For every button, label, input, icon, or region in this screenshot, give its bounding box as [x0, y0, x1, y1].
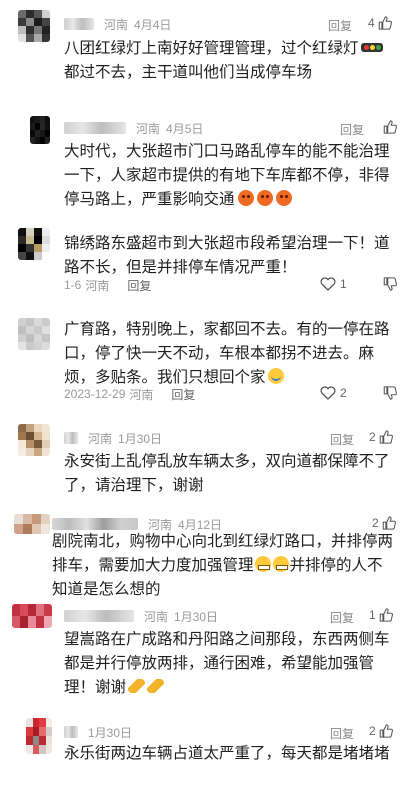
reply-button[interactable]: 回复	[171, 386, 195, 403]
thumbs-up-icon	[379, 724, 393, 738]
like-count: 2	[369, 724, 376, 738]
username[interactable]	[52, 518, 138, 530]
comment-text: 剧院南北，购物中心向北到红绿灯路口，并排停两排车，需要加大力度加强管理 并排停的人…	[52, 533, 394, 598]
traffic-light-icon	[360, 43, 383, 52]
angry-face-icon	[237, 190, 254, 206]
comment-text: 八团红绿灯上南好好管理管理，过个红绿灯 都过不去，主干道叫他们当成停车场	[64, 37, 394, 85]
comment-date: 4月4日	[134, 17, 172, 32]
like-button[interactable]: 2	[372, 516, 396, 530]
like-button[interactable]	[380, 120, 397, 134]
comment-date: 4月5日	[166, 121, 204, 136]
username[interactable]	[64, 432, 78, 444]
like-button[interactable]: 1	[318, 277, 347, 291]
username[interactable]	[64, 726, 78, 738]
comment-date: 1月30日	[88, 725, 133, 740]
like-button[interactable]: 4	[368, 16, 392, 30]
like-button[interactable]: 1	[369, 608, 393, 622]
like-count: 1	[369, 608, 376, 622]
like-button[interactable]: 2	[369, 430, 393, 444]
avatar[interactable]	[12, 604, 52, 628]
thumbs-down-icon[interactable]	[382, 386, 397, 400]
thumbs-up-icon	[379, 430, 393, 444]
crying-face-icon	[267, 368, 284, 384]
reply-button[interactable]: 回复	[330, 609, 354, 626]
comment-date: 1-6	[64, 278, 82, 292]
reply-button[interactable]: 回复	[330, 431, 354, 448]
grimacing-face-icon	[272, 556, 289, 572]
comment-location: 河南	[88, 431, 113, 446]
reply-button[interactable]: 回复	[127, 277, 151, 294]
thumbs-down-icon[interactable]	[382, 277, 397, 291]
comment-location: 河南	[144, 609, 169, 624]
comment-date: 2023-12-29	[64, 387, 126, 401]
like-button[interactable]: 2	[318, 386, 347, 400]
thumbs-up-icon	[382, 516, 396, 530]
avatar[interactable]	[26, 718, 52, 754]
avatar[interactable]	[18, 10, 50, 42]
heart-icon	[320, 386, 336, 400]
comment-location: 河南	[136, 121, 161, 136]
like-count: 2	[340, 386, 347, 400]
like-count: 2	[369, 430, 376, 444]
heart-icon	[320, 277, 336, 291]
folded-hands-icon	[128, 679, 146, 693]
thumbs-up-icon	[378, 16, 392, 30]
comment-text: 锦绣路东盛超市到大张超市段希望治理一下！道路不长，但是并排停车情况严重！	[64, 235, 390, 276]
comment-date: 1月30日	[118, 431, 163, 446]
comment-location: 河南	[104, 17, 129, 32]
reply-button[interactable]: 回复	[340, 121, 364, 138]
comment-text: 望嵩路在广成路和丹阳路之间那段，东西两侧车都是并行停放两排，通行困难，希望能加强…	[64, 631, 390, 696]
comment-text: 广育路，特别晚上，家都回不去。有的一停在路口，停了快一天不动，车根本都拐不进去。…	[64, 321, 390, 386]
comment-date: 1月30日	[174, 609, 219, 624]
reply-button[interactable]: 回复	[328, 17, 352, 34]
comment-text: 大时代，大张超市门口马路乱停车的能不能治理一下，人家超市提供的有地下车库都不停，…	[64, 143, 390, 208]
like-button[interactable]: 2	[369, 724, 393, 738]
like-count: 2	[372, 516, 379, 530]
angry-face-icon	[275, 190, 292, 206]
username[interactable]	[64, 122, 126, 134]
thumbs-up-icon	[379, 608, 393, 622]
avatar[interactable]	[18, 318, 50, 350]
thumbs-up-icon	[383, 120, 397, 134]
comment-location: 河南	[129, 387, 154, 402]
comment-location: 河南	[85, 278, 110, 293]
like-count: 1	[340, 277, 347, 291]
grimacing-face-icon	[254, 556, 271, 572]
folded-hands-icon	[147, 679, 165, 693]
comment-text: 永乐街两边车辆占道太严重了，每天都是堵堵堵	[64, 745, 390, 762]
avatar[interactable]	[14, 514, 50, 534]
comment-text: 永安街上乱停乱放车辆太多，双向道都保障不了了，请治理下，谢谢	[64, 453, 390, 494]
avatar[interactable]	[18, 228, 50, 260]
angry-face-icon	[256, 190, 273, 206]
like-count: 4	[368, 16, 375, 30]
avatar[interactable]	[18, 424, 50, 456]
avatar[interactable]	[30, 116, 50, 144]
reply-button[interactable]: 回复	[330, 725, 354, 742]
username[interactable]	[64, 610, 134, 622]
username[interactable]	[64, 18, 94, 30]
